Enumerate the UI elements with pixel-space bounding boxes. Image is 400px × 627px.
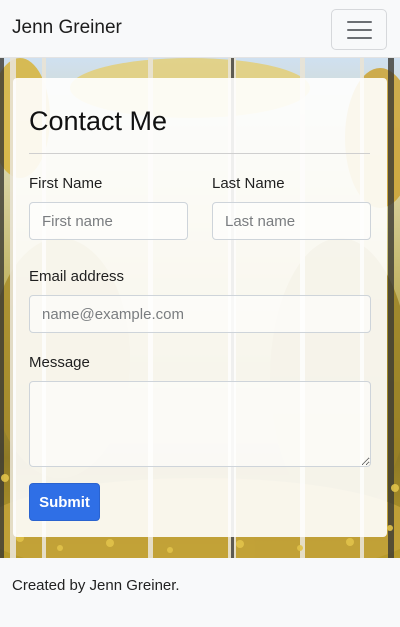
last-name-label: Last Name — [212, 175, 285, 192]
last-name-input[interactable] — [212, 202, 371, 240]
first-name-label: First Name — [29, 175, 103, 192]
navbar-toggle-button[interactable] — [331, 9, 387, 50]
footer: Created by Jenn Greiner. — [0, 558, 400, 627]
title-divider — [29, 153, 370, 154]
contact-form-card: Contact Me First Name Last Name Email ad… — [13, 78, 387, 537]
email-label: Email address — [29, 268, 125, 285]
email-input[interactable] — [29, 295, 371, 333]
message-label: Message — [29, 354, 90, 371]
navbar-brand[interactable]: Jenn Greiner — [12, 17, 122, 39]
form-title: Contact Me — [29, 106, 168, 136]
first-name-input[interactable] — [29, 202, 188, 240]
navbar: Jenn Greiner — [0, 0, 400, 58]
footer-text: Created by Jenn Greiner. — [12, 577, 180, 594]
message-textarea[interactable] — [29, 381, 371, 467]
submit-button[interactable]: Submit — [29, 483, 100, 521]
